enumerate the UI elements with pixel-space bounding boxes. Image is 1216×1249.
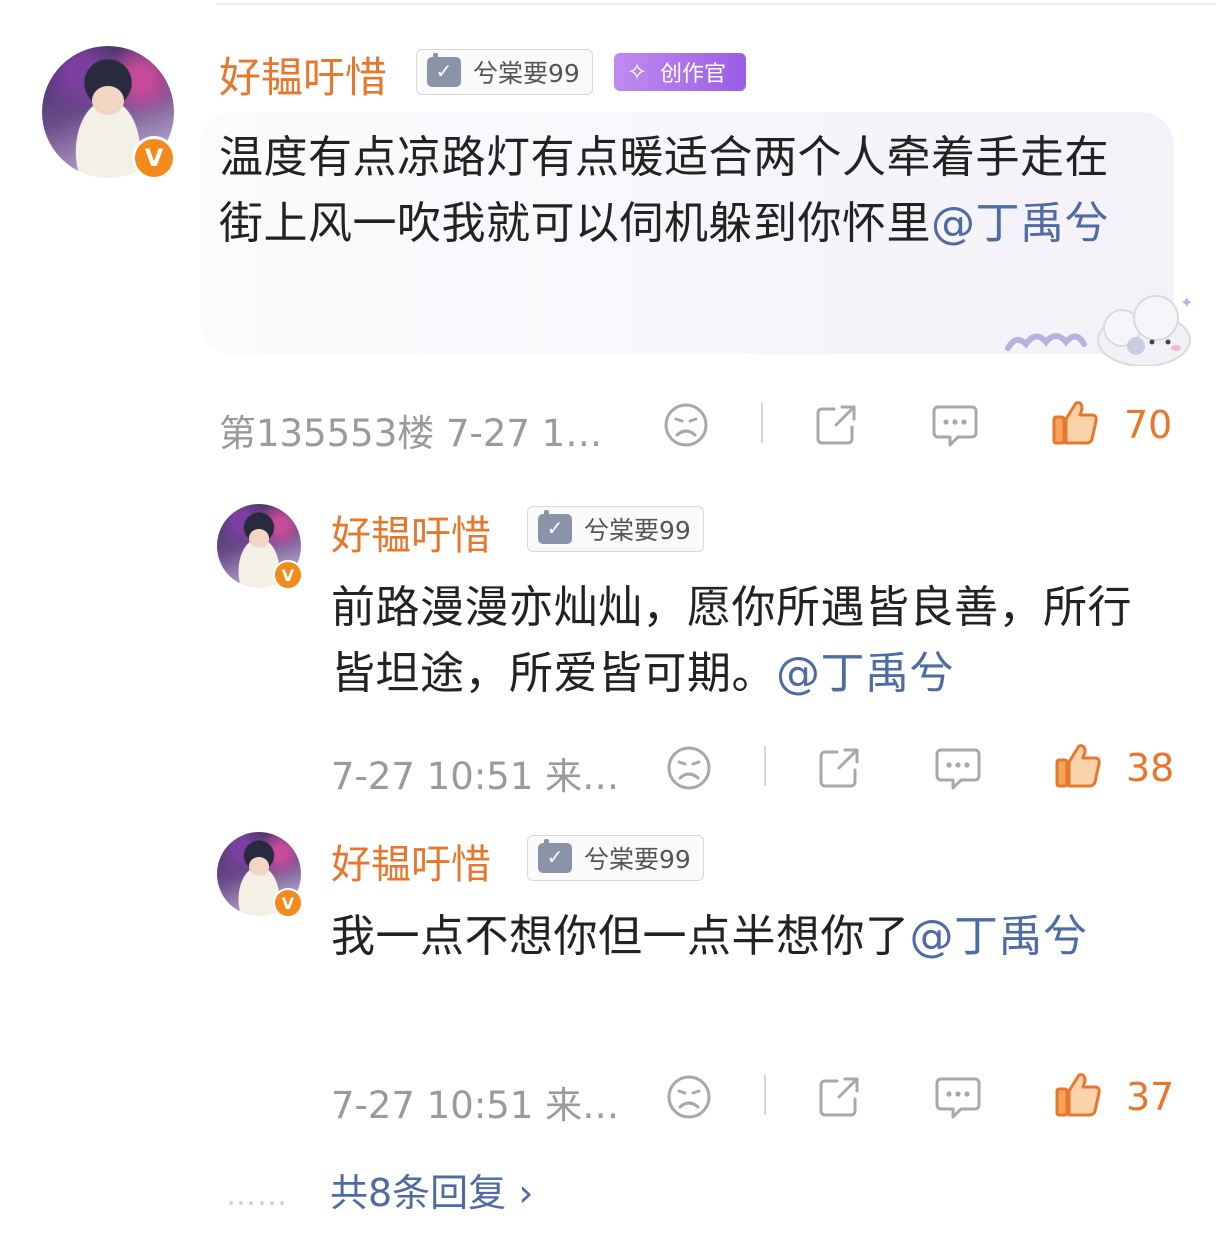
sad-face-icon[interactable] [665, 1073, 713, 1121]
thumbs-up-icon[interactable] [1053, 740, 1103, 790]
like-count: 38 [1126, 746, 1175, 790]
view-more-replies-link[interactable]: 共8条回复 › [330, 1162, 533, 1217]
divider [764, 1075, 766, 1115]
reply-text: 前路漫漫亦灿灿，愿你所遇皆良善，所行皆坦途，所爱皆可期。@丁禹兮 [331, 575, 1171, 707]
avatar[interactable]: V [42, 46, 176, 180]
comment-text: 温度有点凉路灯有点暖适合两个人牵着手走在街上风一吹我就可以伺机躲到你怀里@丁禹兮 [219, 125, 1139, 257]
fan-badge-label: 兮棠要99 [473, 59, 580, 88]
calendar-check-icon [427, 53, 461, 87]
reply-text-body: 前路漫漫亦灿灿，愿你所遇皆良善，所行皆坦途，所爱皆可期。 [331, 582, 1132, 699]
reply-text-body: 我一点不想你但一点半想你了 [331, 911, 910, 962]
comment-icon[interactable] [933, 1073, 983, 1121]
top-divider [216, 3, 1216, 5]
fan-badge-label: 兮棠要99 [584, 845, 691, 874]
mention-link[interactable]: @丁禹兮 [910, 911, 1088, 962]
sad-face-icon[interactable] [662, 401, 710, 449]
mention-link[interactable]: @丁禹兮 [776, 648, 954, 699]
reply-meta: 7-27 10:51 来… [331, 1084, 620, 1127]
verified-v-icon: V [132, 136, 176, 180]
comment-icon[interactable] [933, 744, 983, 792]
mention-link[interactable]: @丁禹兮 [931, 198, 1109, 249]
share-icon[interactable] [815, 744, 863, 792]
like-count: 37 [1126, 1075, 1175, 1119]
username[interactable]: 好韫吁惜 [331, 503, 491, 561]
more-replies-dots: …… [226, 1178, 288, 1213]
calendar-check-icon [538, 510, 572, 544]
verified-v-icon: V [273, 888, 303, 918]
verified-v-icon: V [273, 560, 303, 590]
reply-meta: 7-27 10:51 来… [331, 755, 620, 798]
creator-badge-label: 创作官 [660, 62, 727, 87]
calendar-check-icon [538, 839, 572, 873]
svg-text:✦: ✦ [1180, 293, 1193, 312]
username[interactable]: 好韫吁惜 [331, 832, 491, 890]
creator-ribbon-icon: ✧ [626, 58, 648, 86]
comment-icon[interactable] [930, 401, 980, 449]
fan-badge[interactable]: 兮棠要99 [527, 835, 704, 881]
like-count: 70 [1124, 403, 1173, 447]
reply-text: 我一点不想你但一点半想你了@丁禹兮 [331, 904, 1191, 970]
thumbs-up-icon[interactable] [1050, 397, 1100, 447]
thumbs-up-icon[interactable] [1053, 1069, 1103, 1119]
cloud-sticker-icon: ✦ [1005, 293, 1193, 366]
share-icon[interactable] [812, 401, 860, 449]
sad-face-icon[interactable] [665, 744, 713, 792]
fan-badge-label: 兮棠要99 [584, 516, 691, 545]
divider [764, 746, 766, 786]
comment-meta: 第135553楼 7-27 1… [219, 412, 603, 455]
username[interactable]: 好韫吁惜 [219, 44, 387, 105]
divider [761, 403, 763, 443]
creator-badge[interactable]: ✧ 创作官 [614, 53, 746, 91]
fan-badge[interactable]: 兮棠要99 [527, 506, 704, 552]
avatar[interactable]: V [217, 504, 303, 590]
share-icon[interactable] [815, 1073, 863, 1121]
fan-badge[interactable]: 兮棠要99 [416, 49, 593, 95]
avatar[interactable]: V [217, 832, 303, 918]
